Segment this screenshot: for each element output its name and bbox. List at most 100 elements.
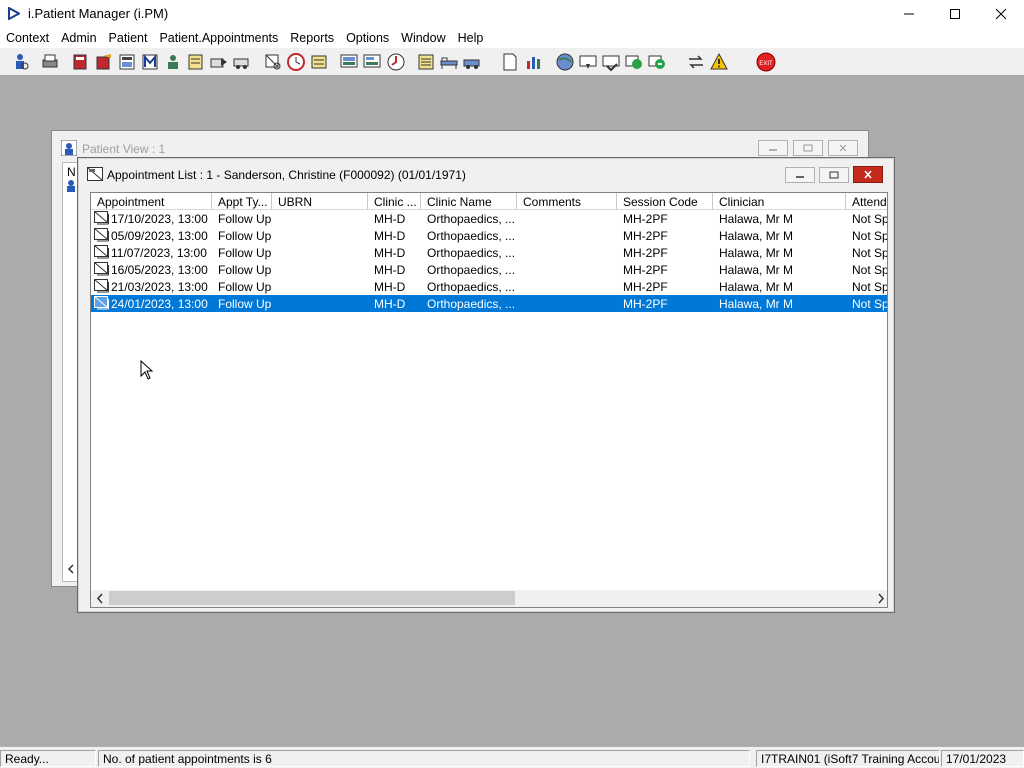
notes-icon [188, 54, 203, 70]
appointment-list-window[interactable]: Appointment List : 1 - Sanderson, Christ… [77, 157, 895, 613]
maximize-icon [803, 144, 813, 152]
table-row[interactable]: 17/10/2023, 13:00 Follow Up MH-D Orthopaedi… [91, 210, 887, 227]
appointment-row-icon [94, 211, 109, 225]
grid-header: Appointment Appt Ty... UBRN Clinic ... C… [91, 193, 887, 210]
cell-clinic: MH-D [374, 212, 406, 226]
mouse-cursor-icon [140, 360, 154, 380]
table-row[interactable]: 11/07/2023, 13:00 Follow Up MH-D Orthopaedi… [91, 244, 887, 261]
scroll-right-icon[interactable] [876, 593, 886, 604]
appointment-grid[interactable]: Appointment Appt Ty... UBRN Clinic ... C… [90, 192, 888, 608]
letter-m-button[interactable] [140, 52, 160, 72]
cell-appt-type: Follow Up [218, 212, 272, 226]
cell-attend: Not Spe [852, 246, 887, 260]
mail-down-button[interactable] [578, 52, 598, 72]
col-appt-type[interactable]: Appt Ty... [212, 193, 272, 210]
menu-reports[interactable]: Reports [284, 28, 340, 48]
form-button[interactable] [362, 52, 382, 72]
cell-appointment: 05/09/2023, 13:00 [111, 229, 208, 243]
list-icon [418, 54, 434, 70]
document-button[interactable] [500, 52, 520, 72]
timer-button[interactable] [386, 52, 406, 72]
horizontal-scrollbar[interactable] [91, 590, 887, 607]
col-ubrn[interactable]: UBRN [272, 193, 368, 210]
col-clinic-name[interactable]: Clinic Name [421, 193, 517, 210]
timer-icon [387, 53, 405, 71]
transport-button[interactable] [232, 52, 252, 72]
cell-appt-type: Follow Up [218, 229, 272, 243]
bed-button[interactable] [439, 52, 459, 72]
cell-appointment: 16/05/2023, 13:00 [111, 263, 208, 277]
close-icon [864, 170, 872, 179]
table-row[interactable]: 24/01/2023, 13:00 Follow Up MH-D Orthopaedi… [91, 295, 887, 312]
scrollbar-thumb[interactable] [109, 591, 515, 605]
cell-appt-type: Follow Up [218, 263, 272, 277]
warning-icon [710, 52, 728, 70]
appointment-list-icon [87, 167, 103, 181]
menu-context[interactable]: Context [0, 28, 55, 48]
maximize-button[interactable] [932, 0, 978, 28]
menu-help[interactable]: Help [452, 28, 490, 48]
refresh-green-button[interactable] [624, 52, 644, 72]
menu-admin[interactable]: Admin [55, 28, 102, 48]
col-session-code[interactable]: Session Code [617, 193, 713, 210]
menu-patient[interactable]: Patient [103, 28, 154, 48]
transfer-button[interactable] [686, 52, 706, 72]
cell-appt-type: Follow Up [218, 280, 272, 294]
warning-button[interactable] [709, 52, 729, 72]
patient-search-icon [16, 54, 29, 70]
transport-icon [233, 58, 249, 69]
pv-close-button[interactable] [828, 140, 858, 156]
referral-button[interactable] [209, 52, 229, 72]
table-row[interactable]: 05/09/2023, 13:00 Follow Up MH-D Orthopaedi… [91, 227, 887, 244]
minimize-button[interactable] [886, 0, 932, 28]
table-row[interactable]: 16/05/2023, 13:00 Follow Up MH-D Orthopaedi… [91, 261, 887, 278]
calendar-button[interactable] [309, 52, 329, 72]
pv-minimize-button[interactable] [758, 140, 788, 156]
find-button[interactable] [263, 52, 283, 72]
globe-button[interactable] [555, 52, 575, 72]
print-button[interactable] [40, 52, 60, 72]
al-close-button[interactable] [853, 166, 883, 183]
col-clinic[interactable]: Clinic ... [368, 193, 421, 210]
col-comments[interactable]: Comments [517, 193, 617, 210]
exit-button[interactable]: EXIT [756, 52, 776, 72]
pv-maximize-button[interactable] [793, 140, 823, 156]
mail-check-icon [602, 55, 620, 72]
refresh-green-2-button[interactable] [647, 52, 667, 72]
col-attend[interactable]: Attend... [846, 193, 887, 210]
table-row[interactable]: 21/03/2023, 13:00 Follow Up MH-D Orthopaedi… [91, 278, 887, 295]
col-clinician[interactable]: Clinician [713, 193, 846, 210]
col-appointment[interactable]: Appointment [91, 193, 212, 210]
edit-book-button[interactable] [94, 52, 114, 72]
cell-clinic-name: Orthopaedics, ... [427, 229, 516, 243]
status-account: I7TRAIN01 (iSoft7 Training Account) [756, 750, 940, 767]
cell-clinic-name: Orthopaedics, ... [427, 297, 516, 311]
schedule-button[interactable] [117, 52, 137, 72]
scroll-left-icon[interactable] [95, 593, 105, 604]
list-button[interactable] [416, 52, 436, 72]
al-maximize-button[interactable] [819, 167, 849, 183]
mail-check-button[interactable] [601, 52, 621, 72]
patient-row-icon [67, 180, 75, 192]
cell-clinician: Halawa, Mr M [719, 246, 794, 260]
minimize-icon [904, 13, 914, 15]
patient-search-button[interactable] [10, 52, 30, 72]
chart-button[interactable] [524, 52, 544, 72]
menu-window[interactable]: Window [395, 28, 451, 48]
clock-button[interactable] [286, 52, 306, 72]
ambulance-button[interactable] [462, 52, 482, 72]
person-button[interactable] [163, 52, 183, 72]
cell-session-code: MH-2PF [623, 246, 668, 260]
exit-icon: EXIT [756, 52, 776, 72]
cell-attend: Not Spe [852, 212, 887, 226]
cell-clinician: Halawa, Mr M [719, 229, 794, 243]
menu-options[interactable]: Options [340, 28, 395, 48]
screen-button[interactable] [339, 52, 359, 72]
close-button[interactable] [978, 0, 1024, 28]
maximize-icon [829, 171, 839, 179]
al-minimize-button[interactable] [785, 167, 815, 183]
notes-button[interactable] [186, 52, 206, 72]
book-button[interactable] [70, 52, 90, 72]
scroll-left-icon[interactable] [66, 563, 76, 575]
menu-patient-appointments[interactable]: Patient.Appointments [153, 28, 284, 48]
